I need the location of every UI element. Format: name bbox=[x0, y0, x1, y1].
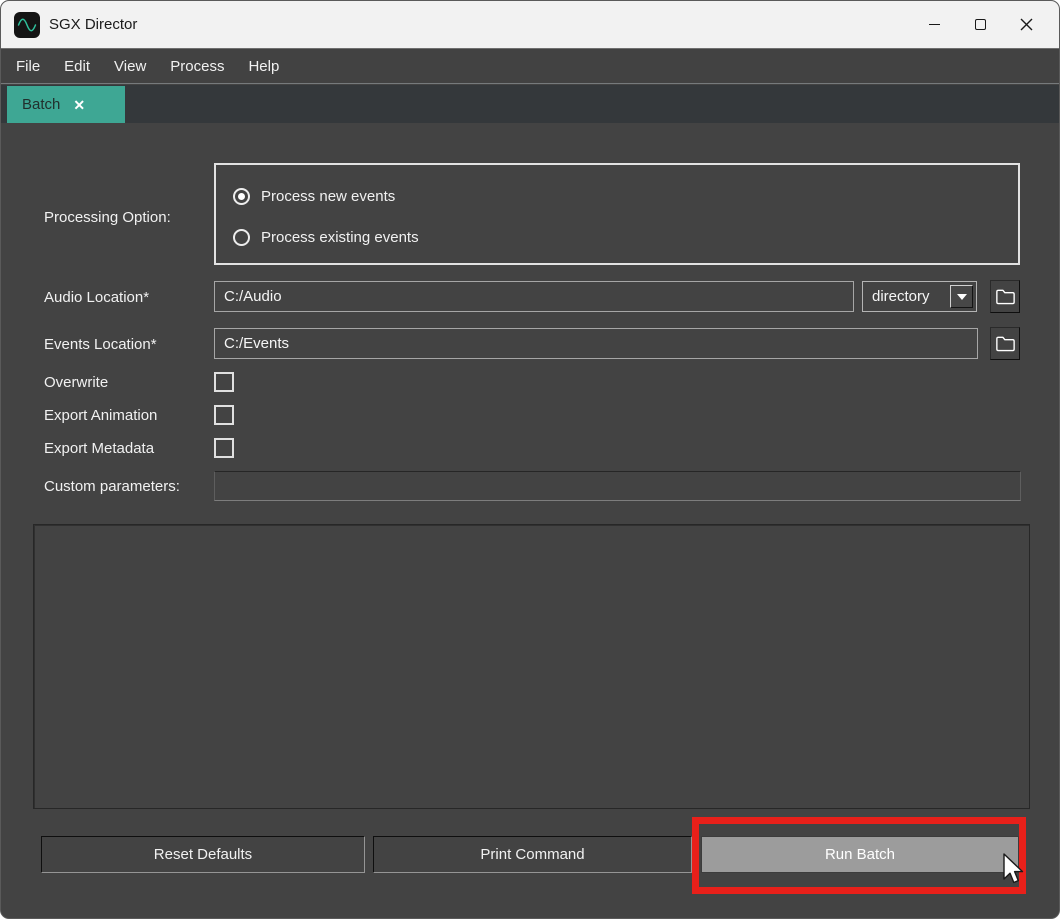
run-batch-button[interactable]: Run Batch bbox=[701, 836, 1019, 873]
custom-parameters-input[interactable] bbox=[214, 471, 1021, 501]
export-animation-checkbox[interactable] bbox=[214, 405, 234, 425]
processing-option-label: Processing Option: bbox=[44, 209, 171, 226]
audio-location-mode-dropdown[interactable]: directory bbox=[862, 281, 977, 312]
overwrite-checkbox[interactable] bbox=[214, 372, 234, 392]
audio-browse-button[interactable] bbox=[990, 280, 1020, 313]
audio-location-input[interactable] bbox=[214, 281, 854, 312]
radio-button-unselected-icon bbox=[233, 229, 250, 246]
radio-label-new-events: Process new events bbox=[261, 188, 395, 205]
events-location-input[interactable] bbox=[214, 328, 978, 359]
radio-process-new-events[interactable]: Process new events bbox=[233, 188, 395, 205]
print-command-button[interactable]: Print Command bbox=[373, 836, 692, 873]
dropdown-arrow-button[interactable] bbox=[950, 285, 973, 308]
batch-panel: Processing Option: Process new events Pr… bbox=[1, 1, 1059, 918]
folder-icon bbox=[995, 287, 1016, 306]
events-browse-button[interactable] bbox=[990, 327, 1020, 360]
export-animation-label: Export Animation bbox=[44, 407, 157, 424]
export-metadata-checkbox[interactable] bbox=[214, 438, 234, 458]
radio-process-existing-events[interactable]: Process existing events bbox=[233, 229, 419, 246]
overwrite-label: Overwrite bbox=[44, 374, 108, 391]
events-location-label: Events Location* bbox=[44, 336, 157, 353]
app-window: SGX Director File Edit View Process Help… bbox=[0, 0, 1060, 919]
reset-defaults-button[interactable]: Reset Defaults bbox=[41, 836, 365, 873]
chevron-down-icon bbox=[957, 294, 967, 300]
radio-label-existing-events: Process existing events bbox=[261, 229, 419, 246]
output-log-area[interactable] bbox=[33, 524, 1030, 809]
audio-location-label: Audio Location* bbox=[44, 289, 149, 306]
radio-button-selected-icon bbox=[233, 188, 250, 205]
dropdown-selected-value: directory bbox=[872, 288, 930, 305]
custom-parameters-label: Custom parameters: bbox=[44, 478, 180, 495]
processing-option-group: Process new events Process existing even… bbox=[214, 163, 1020, 265]
export-metadata-label: Export Metadata bbox=[44, 440, 154, 457]
folder-icon bbox=[995, 334, 1016, 353]
